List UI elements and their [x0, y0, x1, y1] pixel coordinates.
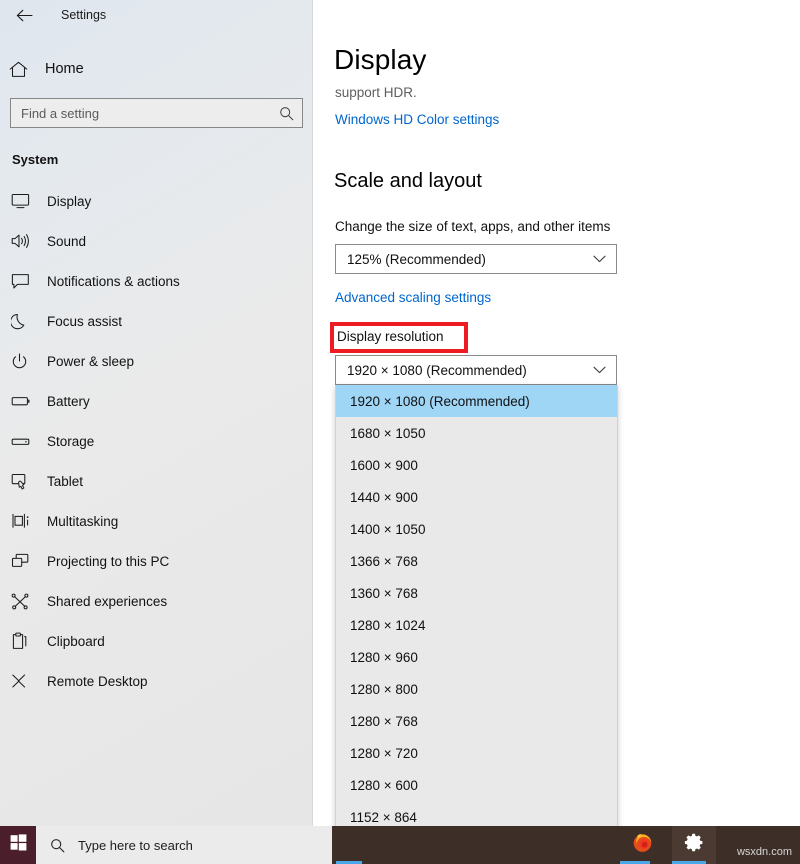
sidebar-item-notifications[interactable]: Notifications & actions [0, 261, 313, 301]
resolution-option[interactable]: 1440 × 900 [336, 481, 617, 513]
sidebar-item-label: Tablet [47, 474, 83, 489]
resolution-option[interactable]: 1280 × 1024 [336, 609, 617, 641]
resolution-option[interactable]: 1680 × 1050 [336, 417, 617, 449]
clipboard-icon [11, 632, 41, 650]
taskbar-app-settings[interactable] [672, 826, 716, 864]
sidebar-item-label: Projecting to this PC [47, 554, 169, 569]
settings-gear-icon [684, 832, 705, 858]
firefox-icon [631, 831, 654, 859]
tablet-icon [11, 473, 41, 490]
sidebar-item-label: Clipboard [47, 634, 105, 649]
moon-icon [11, 313, 41, 330]
resolution-option[interactable]: 1400 × 1050 [336, 513, 617, 545]
resolution-option[interactable]: 1366 × 768 [336, 545, 617, 577]
chat-bubble-icon [11, 273, 41, 290]
resolution-option[interactable]: 1280 × 768 [336, 705, 617, 737]
resolution-option[interactable]: 1280 × 800 [336, 673, 617, 705]
sidebar-item-power-sleep[interactable]: Power & sleep [0, 341, 313, 381]
windows-taskbar: Type here to search [0, 826, 800, 864]
windows-logo-icon [10, 834, 27, 856]
home-icon [9, 61, 39, 78]
sidebar-item-multitasking[interactable]: Multitasking [0, 501, 313, 541]
sidebar-item-label: Power & sleep [47, 354, 134, 369]
sidebar-item-shared-experiences[interactable]: Shared experiences [0, 581, 313, 621]
sidebar-item-label: Focus assist [47, 314, 122, 329]
sidebar-item-storage[interactable]: Storage [0, 421, 313, 461]
resolution-option[interactable]: 1920 × 1080 (Recommended) [336, 385, 617, 417]
sidebar-item-label: Notifications & actions [47, 274, 180, 289]
sidebar-item-label: Shared experiences [47, 594, 167, 609]
sidebar-item-battery[interactable]: Battery [0, 381, 313, 421]
display-resolution-value: 1920 × 1080 (Recommended) [347, 363, 593, 378]
sidebar-item-tablet[interactable]: Tablet [0, 461, 313, 501]
windows-hd-color-settings-link[interactable]: Windows HD Color settings [335, 112, 499, 127]
sidebar-item-label: Remote Desktop [47, 674, 148, 689]
back-arrow-icon[interactable] [12, 3, 36, 27]
sidebar-section-label: System [12, 152, 313, 167]
resolution-option[interactable]: 1280 × 960 [336, 641, 617, 673]
window-titlebar: Settings [0, 0, 313, 30]
scale-dropdown-value: 125% (Recommended) [347, 252, 593, 267]
monitor-icon [11, 193, 41, 209]
sidebar-item-label: Battery [47, 394, 90, 409]
display-resolution-label: Display resolution [337, 329, 444, 344]
sidebar-nav: Display Sound [0, 181, 313, 701]
share-nodes-icon [11, 593, 41, 610]
settings-sidebar: Settings Home System [0, 0, 313, 838]
sidebar-item-sound[interactable]: Sound [0, 221, 313, 261]
sidebar-search-box[interactable] [10, 98, 303, 128]
chevron-down-icon [593, 366, 606, 374]
watermark: wsxdn.com [737, 846, 792, 858]
display-resolution-option-list[interactable]: 1920 × 1080 (Recommended)1680 × 10501600… [335, 385, 618, 864]
taskbar-search-box[interactable]: Type here to search [36, 826, 332, 864]
project-screen-icon [11, 553, 41, 569]
sidebar-item-label: Storage [47, 434, 94, 449]
panel-divider [312, 0, 313, 838]
app-title: Settings [61, 8, 106, 22]
advanced-scaling-settings-link[interactable]: Advanced scaling settings [335, 290, 491, 305]
drive-icon [11, 436, 41, 447]
remote-desktop-icon [11, 673, 41, 689]
sidebar-item-label: Display [47, 194, 91, 209]
start-button[interactable] [0, 826, 36, 864]
scale-and-layout-heading: Scale and layout [334, 170, 482, 193]
sidebar-item-projecting[interactable]: Projecting to this PC [0, 541, 313, 581]
multitask-icon [11, 513, 41, 529]
taskbar-app-firefox[interactable] [620, 826, 664, 864]
resolution-option[interactable]: 1280 × 720 [336, 737, 617, 769]
page-title: Display [334, 44, 427, 76]
sidebar-item-focus-assist[interactable]: Focus assist [0, 301, 313, 341]
power-icon [11, 353, 41, 370]
sidebar-item-home[interactable]: Home [0, 52, 313, 86]
search-icon [279, 106, 294, 121]
search-icon [50, 838, 65, 853]
resolution-option[interactable]: 1360 × 768 [336, 577, 617, 609]
speaker-icon [11, 233, 41, 249]
chevron-down-icon [593, 255, 606, 263]
sidebar-item-label: Multitasking [47, 514, 118, 529]
sidebar-item-clipboard[interactable]: Clipboard [0, 621, 313, 661]
hdr-support-text: support HDR. [335, 85, 417, 100]
taskbar-search-placeholder: Type here to search [78, 838, 193, 853]
resolution-option[interactable]: 1280 × 600 [336, 769, 617, 801]
sidebar-item-display[interactable]: Display [0, 181, 313, 221]
battery-icon [11, 395, 41, 407]
sidebar-item-label: Home [45, 61, 84, 77]
display-resolution-dropdown[interactable]: 1920 × 1080 (Recommended) [335, 355, 617, 385]
scale-dropdown[interactable]: 125% (Recommended) [335, 244, 617, 274]
search-input[interactable] [21, 106, 279, 121]
resolution-option[interactable]: 1600 × 900 [336, 449, 617, 481]
settings-window: Settings Home System [0, 0, 800, 864]
sidebar-item-label: Sound [47, 234, 86, 249]
scale-field-label: Change the size of text, apps, and other… [335, 219, 610, 234]
sidebar-item-remote-desktop[interactable]: Remote Desktop [0, 661, 313, 701]
